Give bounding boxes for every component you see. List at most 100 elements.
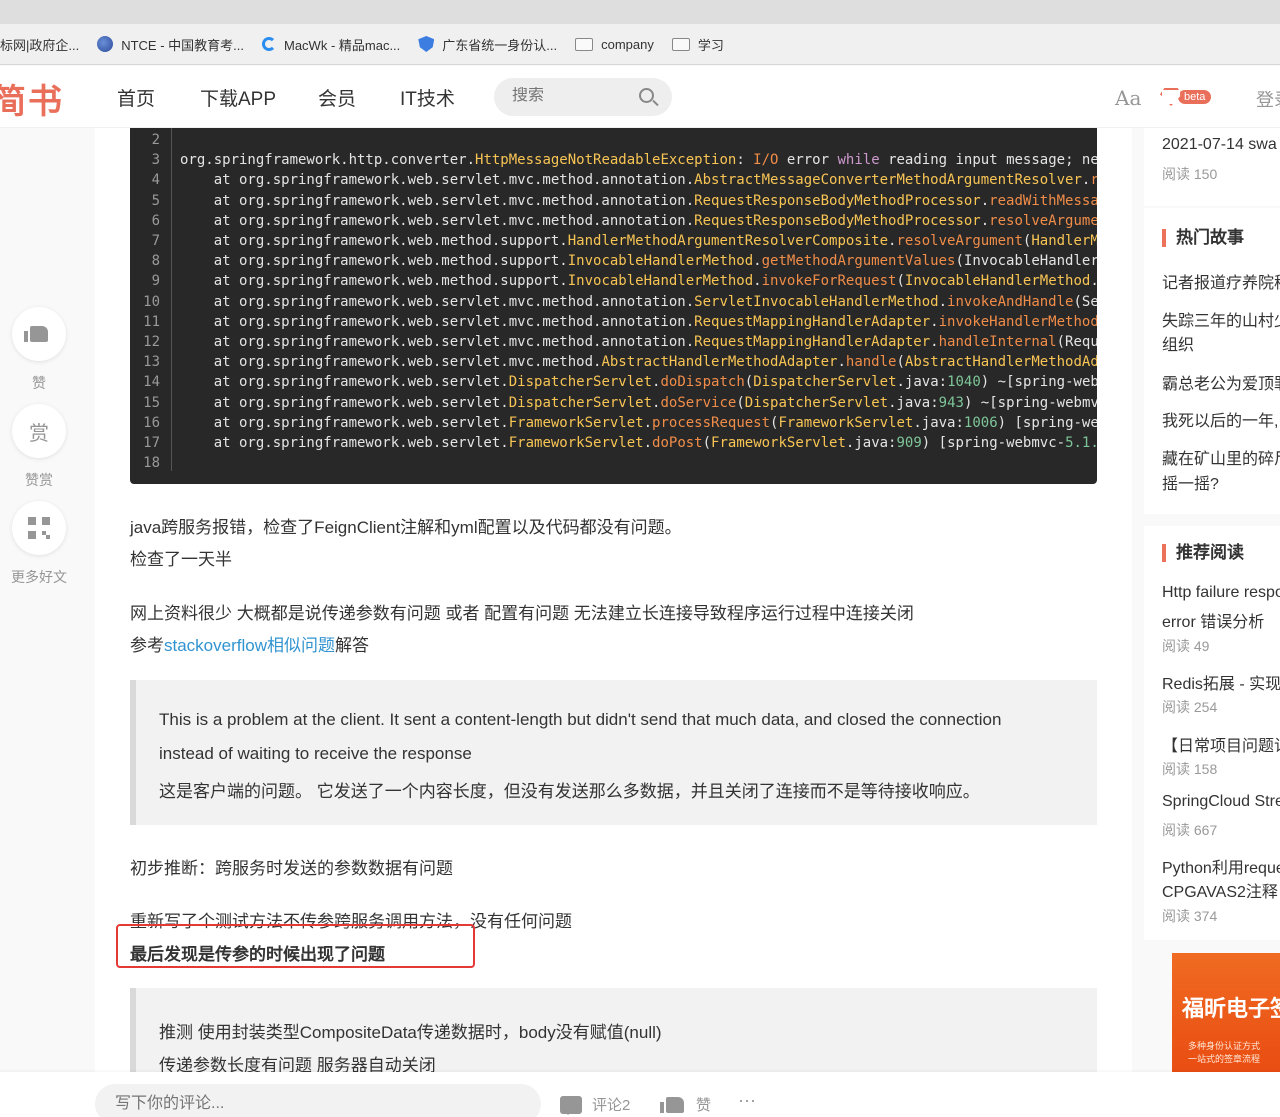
browser-tab-strip	[0, 0, 1280, 24]
ad-subtitle: 多种身份认证方式	[1188, 1041, 1261, 1051]
comment-input[interactable]	[95, 1084, 541, 1117]
stackoverflow-link[interactable]: stackoverflow相似问题	[164, 636, 335, 655]
code-line-number: 16	[143, 414, 160, 431]
quote-line: 推测 使用封装类型CompositeData传递数据时，body没有赋值(nul…	[159, 1023, 662, 1042]
nav-it-tech[interactable]: IT技术	[400, 84, 455, 111]
code-line: at org.springframework.web.servlet.mvc.m…	[180, 354, 1097, 371]
bookmark-macwk[interactable]: MacWk - 精品mac...	[262, 35, 400, 54]
like-label: 赞	[32, 375, 46, 391]
hot-story-item[interactable]: 失踪三年的山村少	[1162, 307, 1280, 331]
thumbs-up-icon	[24, 326, 48, 342]
code-line-number: 11	[143, 313, 160, 330]
recommended-item[interactable]: Python利用reque	[1162, 854, 1280, 878]
ad-title: 福昕电子签	[1182, 996, 1280, 1021]
ad-subtitle: 一站式的签章流程	[1188, 1054, 1261, 1064]
c-logo-icon	[262, 37, 276, 51]
quote-line: This is a problem at the client. It sent…	[159, 710, 1002, 729]
code-line-number: 3	[151, 152, 160, 169]
qr-code-icon	[28, 517, 50, 539]
code-line: at org.springframework.web.servlet.Dispa…	[180, 394, 1097, 411]
paragraph: 网上资料很少 大概都是说传递参数有问题 或者 配置有问题 无法建立长连接导致程序…	[130, 604, 914, 623]
recommended-heading: 推荐阅读	[1162, 544, 1244, 562]
recommended-item[interactable]: 【日常项目问题记	[1162, 732, 1280, 756]
recommended-meta: 阅读 374	[1162, 908, 1218, 924]
code-line: at org.springframework.web.servlet.Frame…	[180, 435, 1097, 451]
comment-bar: 评论2 赞 ···	[0, 1072, 1280, 1117]
globe-icon	[97, 36, 114, 52]
code-line: at org.springframework.web.servlet.mvc.m…	[180, 293, 1097, 310]
recommended-item[interactable]: CPGAVAS2注释	[1162, 878, 1278, 902]
code-line-number: 10	[143, 293, 160, 310]
recommended-item[interactable]: error 错误分析	[1162, 608, 1264, 632]
more-options-button[interactable]: ···	[738, 1090, 756, 1111]
nav-membership[interactable]: 会员	[318, 84, 356, 111]
search-box	[494, 78, 672, 116]
code-line: at org.springframework.web.servlet.mvc.m…	[180, 172, 1097, 189]
search-input[interactable]	[512, 87, 632, 105]
like-button[interactable]	[12, 307, 66, 361]
like-bottom-button[interactable]: 赞	[660, 1094, 711, 1115]
code-line-number: 7	[151, 233, 160, 249]
hot-story-item[interactable]: 摇一摇?	[1162, 470, 1219, 494]
font-size-toggle[interactable]: Aa	[1115, 86, 1141, 110]
site-logo[interactable]: 简书	[0, 74, 64, 123]
recommended-item[interactable]: SpringCloud Stre	[1162, 793, 1280, 811]
hot-story-item[interactable]: 记者报道疗养院秘	[1162, 269, 1280, 293]
reward-label: 赞赏	[25, 472, 53, 488]
recommended-item[interactable]: Http failure respo	[1162, 584, 1280, 602]
code-line-number: 6	[151, 212, 160, 229]
like-action[interactable]: 赞	[12, 307, 66, 393]
code-line: at org.springframework.web.servlet.mvc.m…	[180, 212, 1097, 229]
bookmark-ntce[interactable]: NTCE - 中国教育考...	[97, 35, 244, 54]
reward-action[interactable]: 赏 赞赏	[12, 404, 66, 490]
qr-button[interactable]	[12, 501, 66, 555]
hot-story-item[interactable]: 霸总老公为爱顶罪	[1162, 370, 1280, 394]
sidebar-ad-banner[interactable]: 福昕电子签 多种身份认证方式 一站式的签章流程	[1172, 953, 1280, 1072]
bookmark-gd-identity[interactable]: 广东省统一身份认...	[418, 35, 557, 54]
recommended-meta: 阅读 254	[1162, 699, 1218, 715]
bookmarks-bar: 标网|政府企... NTCE - 中国教育考... MacWk - 精品mac.…	[0, 24, 1280, 65]
sidebar-article-meta: 阅读 150	[1162, 166, 1218, 182]
comment-bubble-icon	[560, 1095, 582, 1115]
recommended-meta: 阅读 49	[1162, 638, 1210, 654]
sidebar-article-title[interactable]: 2021-07-14 swa	[1162, 136, 1277, 154]
beta-label: beta	[1178, 90, 1212, 104]
code-line: at org.springframework.web.servlet.Dispa…	[180, 374, 1097, 391]
code-line-number: 9	[151, 273, 160, 290]
folder-icon	[671, 37, 690, 51]
code-line: at org.springframework.web.servlet.mvc.m…	[180, 313, 1097, 330]
search-icon[interactable]	[639, 88, 654, 103]
code-line: at org.springframework.web.servlet.mvc.m…	[180, 334, 1097, 350]
code-line-number: 4	[151, 172, 160, 189]
nav-download-app[interactable]: 下载APP	[200, 84, 276, 111]
hot-story-item[interactable]: 藏在矿山里的碎尸	[1162, 445, 1280, 469]
bookmark-gov[interactable]: 标网|政府企...	[0, 35, 79, 54]
paragraph: 检查了一天半	[130, 550, 232, 569]
code-line-number: 17	[143, 435, 160, 451]
code-line-number: 15	[143, 394, 160, 411]
login-link[interactable]: 登录	[1256, 86, 1280, 112]
code-line: org.springframework.http.converter.HttpM…	[180, 152, 1097, 169]
hot-story-item[interactable]: 组织	[1162, 331, 1194, 355]
blockquote: 推测 使用封装类型CompositeData传递数据时，body没有赋值(nul…	[130, 988, 1097, 1075]
paragraph: java跨服务报错，检查了FeignClient注解和yml配置以及代码都没有问…	[130, 518, 682, 537]
more-articles-action[interactable]: 更多好文	[11, 501, 67, 587]
reward-icon: 赏	[29, 422, 49, 445]
code-line-number: 14	[143, 374, 160, 391]
nav-home[interactable]: 首页	[117, 84, 155, 111]
folder-icon	[575, 37, 594, 51]
comments-button[interactable]: 评论2	[560, 1094, 630, 1115]
reward-button[interactable]: 赏	[12, 404, 66, 458]
code-line: at org.springframework.web.servlet.mvc.m…	[180, 192, 1097, 209]
bookmark-folder-company[interactable]: company	[575, 37, 654, 52]
hot-story-item[interactable]: 我死以后的一年,	[1162, 407, 1278, 431]
code-line: at org.springframework.web.method.suppor…	[180, 233, 1097, 249]
recommended-item[interactable]: Redis拓展 - 实现	[1162, 670, 1280, 694]
shield-icon	[418, 36, 435, 52]
recommended-meta: 阅读 667	[1162, 822, 1218, 838]
bookmark-folder-study[interactable]: 学习	[671, 35, 724, 54]
code-line: at org.springframework.web.method.suppor…	[180, 273, 1097, 290]
beta-badge[interactable]: beta	[1160, 88, 1212, 106]
code-line-number: 5	[151, 192, 160, 209]
code-line-number: 12	[143, 334, 160, 350]
